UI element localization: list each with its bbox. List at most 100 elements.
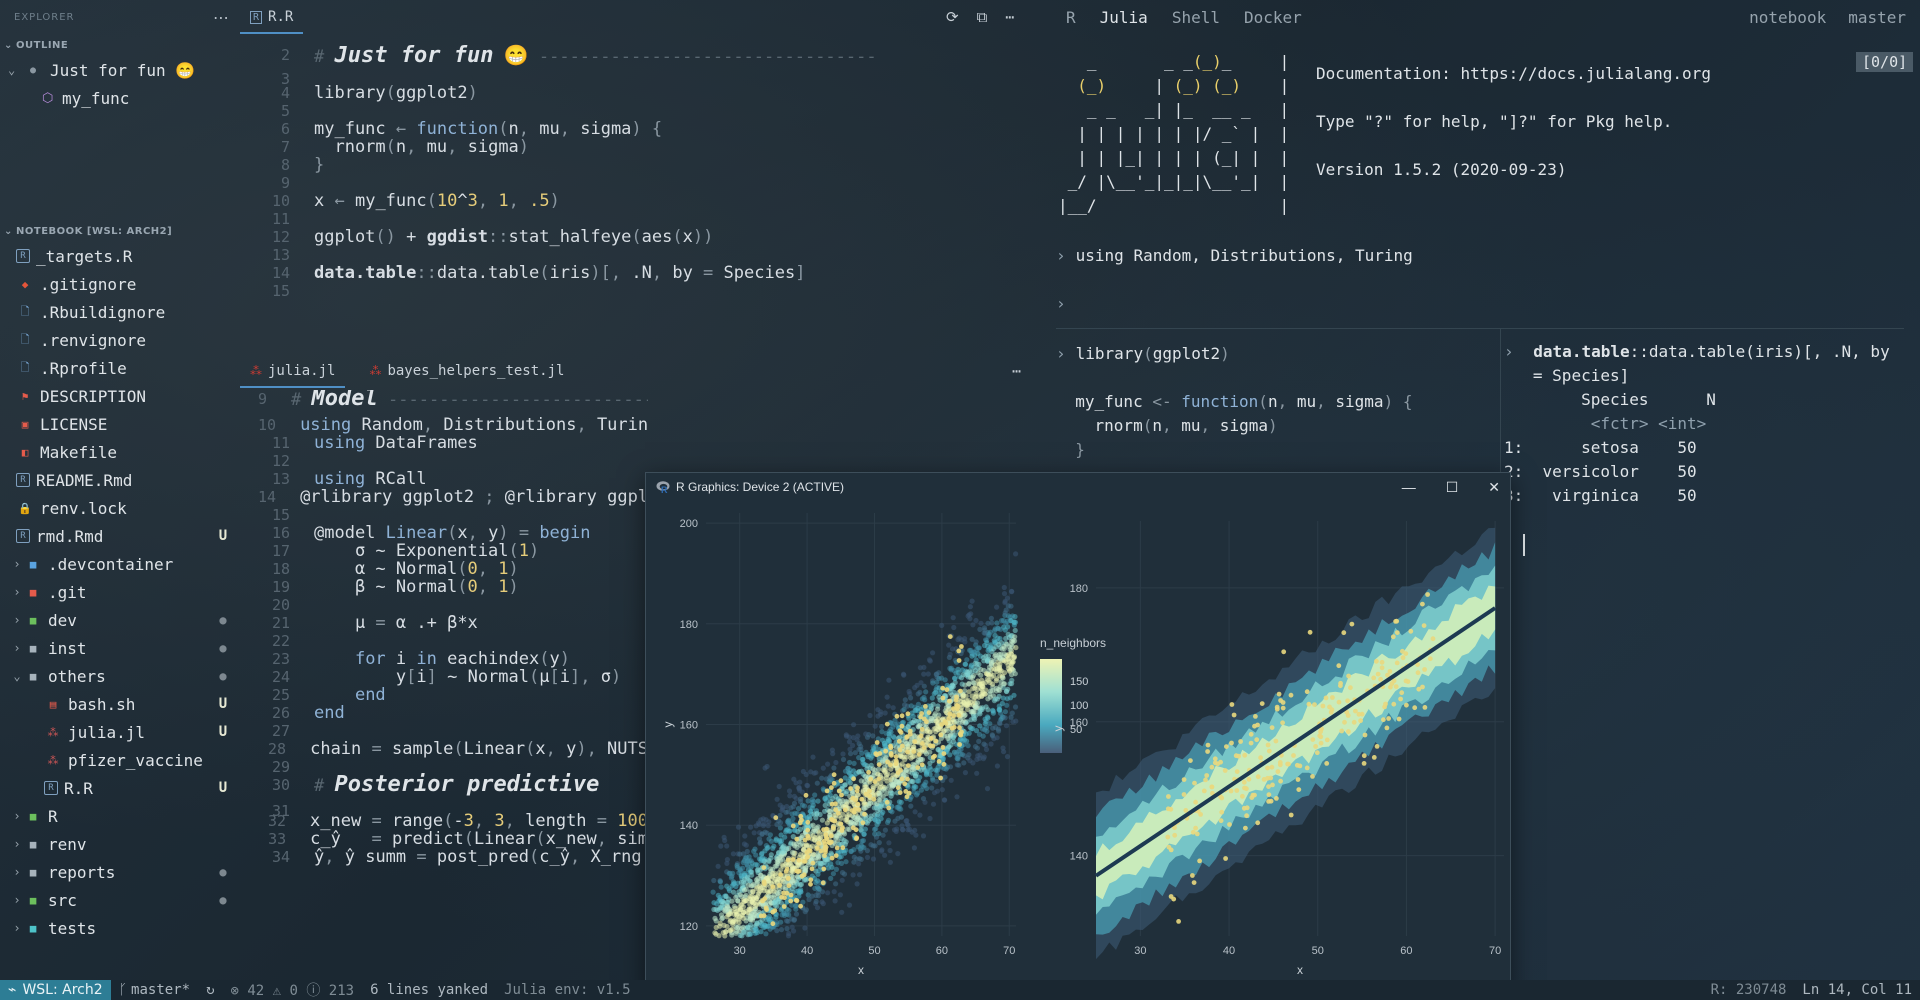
data-point [1229, 740, 1234, 746]
density-point [740, 859, 746, 866]
file-item[interactable]: Rrmd.Rmd U [0, 522, 240, 550]
density-point [839, 909, 845, 915]
density-point [908, 803, 914, 809]
more-actions-icon[interactable]: ⋯ [213, 8, 230, 27]
density-point [921, 671, 927, 677]
folder-item[interactable]: › ■ .git [0, 578, 240, 606]
folder-item[interactable]: › ■ R [0, 802, 240, 830]
run-source-icon[interactable]: ⟳ [946, 8, 959, 26]
file-item[interactable]: ◆ .gitignore [0, 270, 240, 298]
file-item[interactable]: R R.R U [0, 774, 240, 802]
minimize-button[interactable]: — [1402, 479, 1416, 496]
file-item[interactable]: 🔒 renv.lock [0, 494, 240, 522]
file-item[interactable]: ⁂ julia.jl U [0, 718, 240, 746]
file-item[interactable]: ◧ Makefile [0, 438, 240, 466]
julia-env[interactable]: Julia env: v1.5 [496, 982, 638, 998]
terminal-tab-r[interactable]: R [1066, 8, 1076, 27]
r-graphics-window[interactable]: R R Graphics: Device 2 (ACTIVE) — ☐ ✕ 30… [645, 472, 1511, 996]
density-point [988, 659, 995, 666]
notebook-section-header[interactable]: ⌄ NOTEBOOK [WSL: ARCH2] [0, 220, 240, 242]
graphics-titlebar[interactable]: R R Graphics: Device 2 (ACTIVE) — ☐ ✕ [646, 473, 1510, 501]
more-actions-icon[interactable]: ⋯ [1005, 8, 1014, 26]
tab-julia-jl[interactable]: ⁂ julia.jl [240, 354, 346, 388]
data-point [781, 904, 787, 909]
more-actions-icon[interactable]: ⋯ [1012, 362, 1021, 380]
cursor-position[interactable]: Ln 14, Col 11 [1794, 982, 1920, 998]
density-point [939, 622, 945, 628]
terminal-tab-julia[interactable]: Julia [1100, 8, 1148, 27]
density-point [713, 931, 719, 937]
data-point [1285, 761, 1290, 767]
tab-r-r[interactable]: R R.R [240, 0, 304, 34]
file-item[interactable]: ⚑ DESCRIPTION [0, 382, 240, 410]
data-point [1398, 696, 1403, 702]
data-point [1291, 753, 1296, 758]
file-item[interactable]: ⁂ pfizer_vaccine.jl [0, 746, 240, 774]
julia-empty-prompt[interactable]: › [1056, 294, 1076, 313]
row-species: setosa [1581, 438, 1639, 457]
line-number: 13 [271, 470, 290, 488]
remote-indicator[interactable]: ⌁ WSL: Arch2 [0, 980, 111, 1000]
file-item[interactable]: R _targets.R [0, 242, 240, 270]
file-item[interactable]: 🗋 .renvignore [0, 326, 240, 354]
split-editor-icon[interactable]: ⧉ [977, 8, 988, 26]
density-point [802, 925, 808, 931]
close-button[interactable]: ✕ [1488, 479, 1500, 496]
data-point [1371, 675, 1377, 681]
file-item[interactable]: R README.Rmd [0, 466, 240, 494]
data-point [868, 776, 874, 782]
code-editor-r[interactable]: 2 # Just for fun 😁 ----------------------… [258, 45, 1058, 301]
git-branch[interactable]: ᚴ master* [111, 982, 198, 998]
julia-input-line[interactable]: › using Random, Distributions, Turing [1056, 246, 1413, 265]
density-point [959, 681, 965, 687]
problems-indicator[interactable]: ⊗ 42 ⚠ 0 ⓘ 213 [223, 980, 363, 1000]
r-memory[interactable]: R: 230748 [1703, 982, 1795, 998]
data-point [823, 844, 829, 850]
data-point [899, 776, 905, 782]
outline-item-heading[interactable]: ⌄ ● Just for fun 😁 [0, 56, 240, 84]
data-point [1201, 788, 1207, 794]
terminal-tab-docker[interactable]: Docker [1244, 8, 1302, 27]
tab-bayes-helpers[interactable]: ⁂ bayes_helpers_test.jl [359, 354, 574, 388]
density-point [837, 892, 843, 898]
outline-section-header[interactable]: ⌄ OUTLINE [0, 34, 240, 56]
tmux-session-notebook[interactable]: notebook [1749, 8, 1826, 27]
file-item[interactable]: ▣ LICENSE [0, 410, 240, 438]
folder-item[interactable]: › ■ .devcontainer [0, 550, 240, 578]
data-point [1312, 702, 1317, 707]
density-point [785, 827, 791, 833]
terminal-tab-shell[interactable]: Shell [1172, 8, 1220, 27]
folder-item[interactable]: › ■ dev ● [0, 606, 240, 634]
data-point [959, 644, 964, 649]
outline-item-function[interactable]: ⬡ my_func [0, 84, 240, 112]
file-item[interactable]: ▤ bash.sh U [0, 690, 240, 718]
folder-item[interactable]: › ■ src ● [0, 886, 240, 914]
folder-item[interactable]: › ■ inst ● [0, 634, 240, 662]
julia-ascii-banner: _ _ _(_)_ | (_) | (_) (_) | _ _ _| |_ __… [1058, 52, 1290, 215]
maximize-button[interactable]: ☐ [1446, 479, 1459, 496]
chevron-right-icon: › [13, 837, 21, 851]
density-point [1004, 754, 1011, 760]
folder-item[interactable]: › ■ reports ● [0, 858, 240, 886]
sync-button[interactable]: ↻ [198, 982, 222, 998]
folder-item[interactable]: › ■ tests [0, 914, 240, 942]
density-point [863, 731, 869, 737]
density-point [816, 886, 822, 892]
code-editor-julia[interactable]: 9# Model -------------------------------… [258, 390, 648, 866]
line-number: 2 [280, 46, 290, 64]
folder-item[interactable]: ⌄ ■ others ● [0, 662, 240, 690]
density-point [729, 883, 735, 889]
data-point [1209, 764, 1215, 770]
line-number: 32 [267, 812, 287, 830]
folder-item[interactable]: › ■ renv [0, 830, 240, 858]
outline-item-label: my_func [62, 88, 130, 108]
density-point [837, 798, 843, 804]
tmux-session-master[interactable]: master [1848, 8, 1906, 27]
x-tick-label: 40 [801, 945, 813, 957]
density-point [980, 733, 986, 739]
file-item[interactable]: 🗋 .Rprofile [0, 354, 240, 382]
r-radian-console[interactable]: › library(ggplot2) my_func <- function(n,… [1056, 342, 1412, 462]
data-point [1204, 773, 1210, 778]
file-item[interactable]: 🗋 .Rbuildignore [0, 298, 240, 326]
density-point [790, 865, 796, 871]
